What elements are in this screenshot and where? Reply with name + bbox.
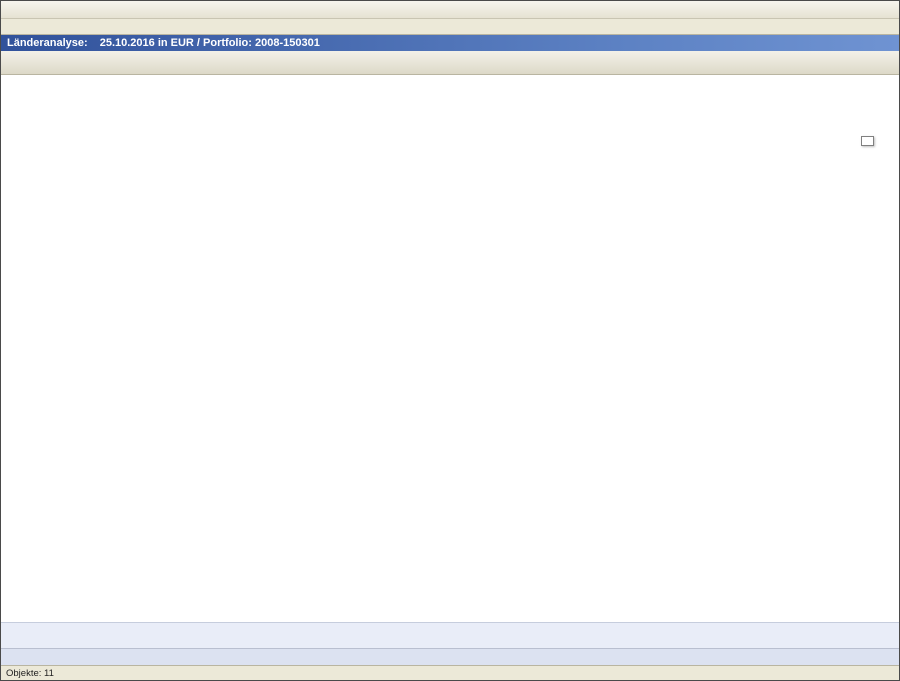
status-bar: Objekte: 11 xyxy=(1,665,899,680)
chart-area xyxy=(1,75,899,622)
page-subtitle: 25.10.2016 in EUR / Portfolio: 2008-1503… xyxy=(100,37,320,49)
title-bar: Länderanalyse: 25.10.2016 in EUR / Portf… xyxy=(1,35,899,51)
chart-legend xyxy=(861,136,874,146)
bottom-tab-bar xyxy=(1,648,899,665)
toolbar xyxy=(1,51,899,75)
object-count: Objekte: 11 xyxy=(6,668,54,679)
subtab-bar xyxy=(1,19,899,35)
menubar xyxy=(1,1,899,19)
app-window: Länderanalyse: 25.10.2016 in EUR / Portf… xyxy=(0,0,900,681)
pie-chart[interactable] xyxy=(1,75,899,622)
summary-bar xyxy=(1,622,899,648)
page-title: Länderanalyse: xyxy=(7,37,88,49)
